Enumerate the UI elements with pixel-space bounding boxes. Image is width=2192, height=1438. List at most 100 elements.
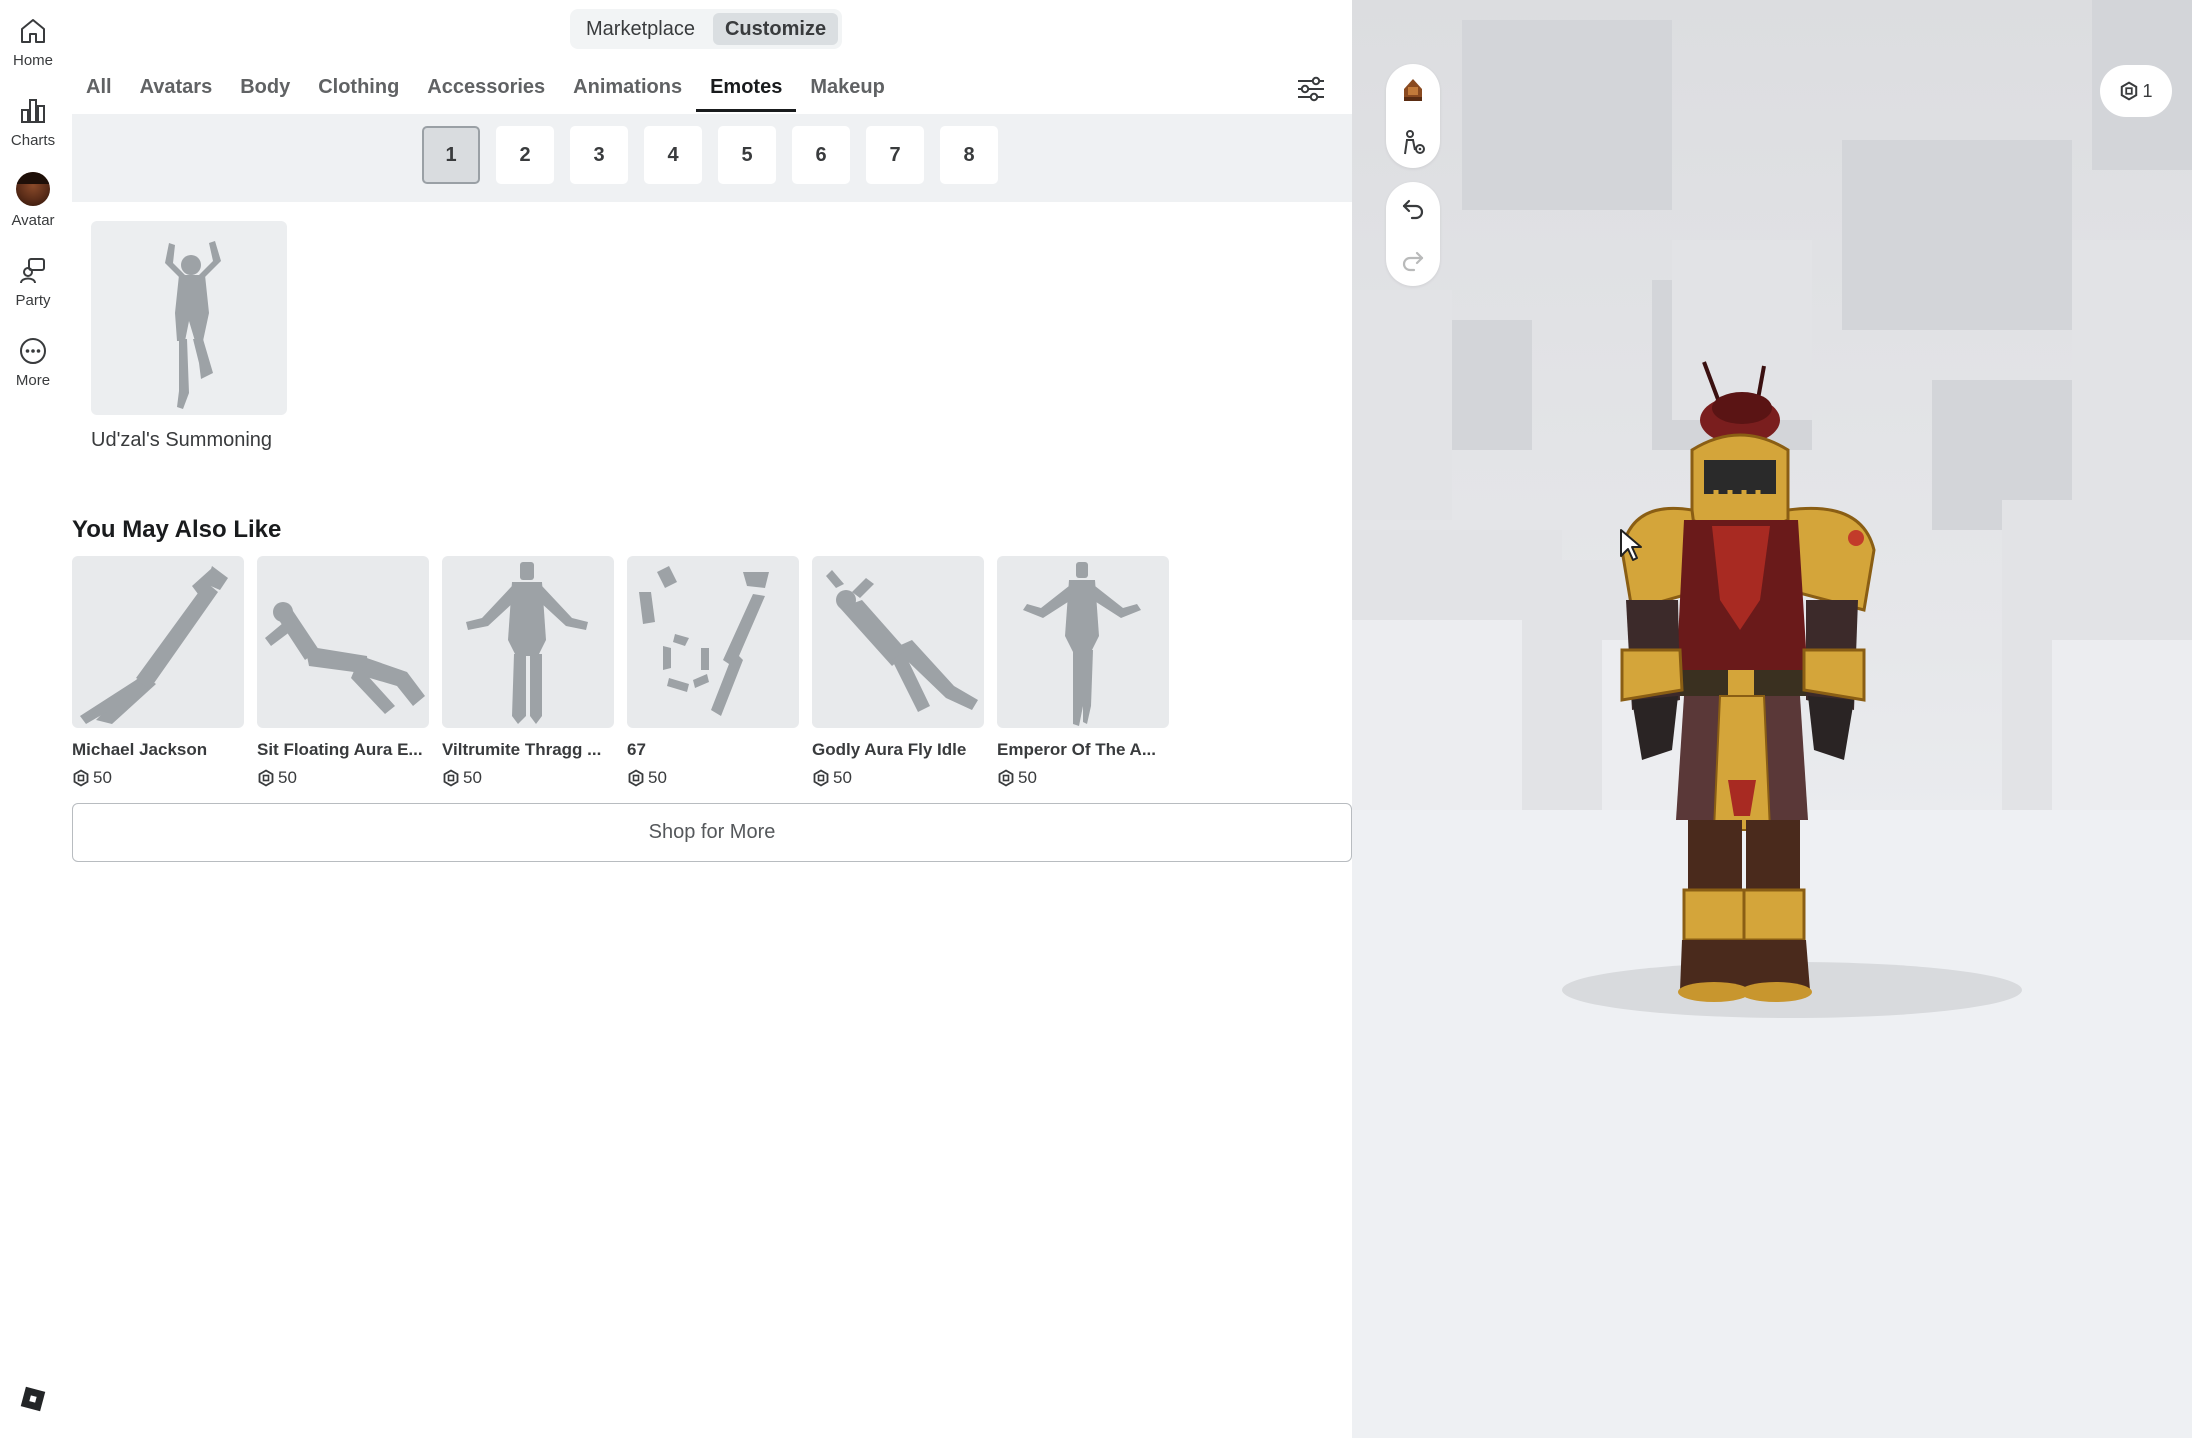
equipped-emote-card[interactable]: Ud'zal's Summoning: [91, 221, 287, 452]
tab-emotes[interactable]: Emotes: [696, 68, 797, 112]
nav-label-avatar: Avatar: [11, 212, 55, 229]
recommendation-price-value: 50: [463, 768, 482, 787]
recommendation-price: 50: [442, 768, 614, 788]
emote-slot-8[interactable]: 8: [940, 126, 998, 184]
nav-label-party: Party: [15, 292, 51, 309]
mouse-cursor-icon: [1620, 529, 1642, 561]
redo-icon: [1402, 251, 1424, 272]
nav-item-charts[interactable]: Charts: [0, 96, 66, 149]
recommendation-thumbnail: [997, 556, 1169, 728]
equipped-emote-thumbnail: [91, 221, 287, 415]
recommendation-thumbnail: [812, 556, 984, 728]
recommendation-price-value: 50: [278, 768, 297, 787]
undo-redo-pill: [1386, 182, 1440, 286]
undo-button[interactable]: [1386, 182, 1440, 234]
home-icon: [21, 19, 45, 43]
more-icon: [20, 338, 46, 364]
emote-slot-6[interactable]: 6: [792, 126, 850, 184]
robux-icon: [628, 769, 644, 787]
emote-slot-4[interactable]: 4: [644, 126, 702, 184]
robux-icon: [258, 769, 274, 787]
nav-label-more: More: [15, 372, 51, 389]
emote-slot-3[interactable]: 3: [570, 126, 628, 184]
customize-toggle-button[interactable]: Customize: [712, 13, 839, 45]
tab-avatars[interactable]: Avatars: [126, 68, 227, 112]
equipped-emote-name: Ud'zal's Summoning: [91, 429, 273, 451]
emote-silhouette-icon: [466, 562, 588, 724]
shop-for-more-button[interactable]: Shop for More: [72, 803, 1352, 862]
recommendation-price: 50: [627, 768, 799, 788]
recommendation-thumbnail: [257, 556, 429, 728]
recommendations-list: Michael Jackson 50 Sit Floating Aura E..…: [72, 556, 1169, 788]
emote-slot-1[interactable]: 1: [422, 126, 480, 184]
filter-sliders-icon[interactable]: [1294, 74, 1328, 104]
robux-icon: [73, 769, 89, 787]
robux-icon: [2121, 81, 2138, 101]
emote-silhouette-icon: [265, 602, 425, 714]
avatar-settings-icon: [1404, 130, 1425, 155]
outfit-preview-icon: [1404, 79, 1422, 101]
recommendation-price-value: 50: [833, 768, 852, 787]
recommendation-thumbnail: [627, 556, 799, 728]
recommendation-card[interactable]: Godly Aura Fly Idle 50: [812, 556, 984, 788]
tab-clothing[interactable]: Clothing: [304, 68, 413, 112]
emote-silhouette-icon: [165, 241, 221, 409]
recommendation-price: 50: [72, 768, 244, 788]
emote-silhouette-icon: [826, 570, 978, 712]
recommendation-card[interactable]: 67 50: [627, 556, 799, 788]
robux-icon: [813, 769, 829, 787]
nav-item-home[interactable]: Home: [0, 16, 66, 69]
tab-makeup[interactable]: Makeup: [796, 68, 898, 112]
robux-icon: [998, 769, 1014, 787]
redo-button[interactable]: [1386, 234, 1440, 286]
undo-icon: [1402, 199, 1424, 220]
party-icon: [20, 258, 45, 284]
nav-item-avatar[interactable]: Avatar: [0, 172, 66, 229]
avatar-icon: [16, 172, 50, 206]
outfit-preview-button[interactable]: [1386, 64, 1440, 116]
tab-animations[interactable]: Animations: [559, 68, 696, 112]
left-nav-rail: Home Charts Avatar Party More: [0, 0, 66, 1438]
recommendations-title: You May Also Like: [72, 516, 282, 543]
emote-silhouette-icon: [639, 566, 769, 716]
recommendation-card[interactable]: Viltrumite Thragg ... 50: [442, 556, 614, 788]
recommendation-card[interactable]: Michael Jackson 50: [72, 556, 244, 788]
recommendation-card[interactable]: Sit Floating Aura E... 50: [257, 556, 429, 788]
nav-label-home: Home: [12, 52, 53, 69]
recommendation-name: Sit Floating Aura E...: [257, 740, 423, 759]
recommendation-thumbnail: [72, 556, 244, 728]
recommendation-name: Viltrumite Thragg ...: [442, 740, 602, 759]
robux-balance-value: 1: [2142, 80, 2153, 101]
emote-slot-bar: 12345678: [72, 114, 1352, 202]
emote-silhouette-icon: [80, 566, 228, 724]
knight-avatar-model: [1620, 361, 1876, 1002]
robux-balance-button[interactable]: 1: [2100, 65, 2172, 117]
recommendation-card[interactable]: Emperor Of The A... 50: [997, 556, 1169, 788]
nav-item-party[interactable]: Party: [0, 256, 66, 309]
recommendation-price-value: 50: [1018, 768, 1037, 787]
tab-body[interactable]: Body: [226, 68, 304, 112]
tab-all[interactable]: All: [72, 68, 126, 112]
marketplace-customize-toggle: Marketplace Customize: [570, 9, 843, 49]
recommendation-price-value: 50: [93, 768, 112, 787]
charts-icon: [21, 99, 45, 123]
robux-icon: [443, 769, 459, 787]
tab-accessories[interactable]: Accessories: [413, 68, 559, 112]
avatar-tools-pill: [1386, 64, 1440, 168]
recommendation-name: Michael Jackson: [72, 740, 208, 759]
emote-slot-5[interactable]: 5: [718, 126, 776, 184]
roblox-logo-icon[interactable]: [20, 1386, 46, 1412]
nav-item-more[interactable]: More: [0, 336, 66, 389]
recommendation-name: 67: [627, 740, 646, 759]
avatar-settings-button[interactable]: [1386, 116, 1440, 168]
recommendation-price: 50: [257, 768, 429, 788]
emote-slot-7[interactable]: 7: [866, 126, 924, 184]
emote-slot-2[interactable]: 2: [496, 126, 554, 184]
category-tabs: All Avatars Body Clothing Accessories An…: [72, 68, 899, 112]
recommendation-name: Emperor Of The A...: [997, 740, 1157, 759]
avatar-3d-viewport[interactable]: [1352, 0, 2192, 1438]
emote-slots: 12345678: [422, 126, 998, 184]
marketplace-toggle-button[interactable]: Marketplace: [574, 13, 707, 45]
recommendation-price-value: 50: [648, 768, 667, 787]
recommendation-name: Godly Aura Fly Idle: [812, 740, 967, 759]
